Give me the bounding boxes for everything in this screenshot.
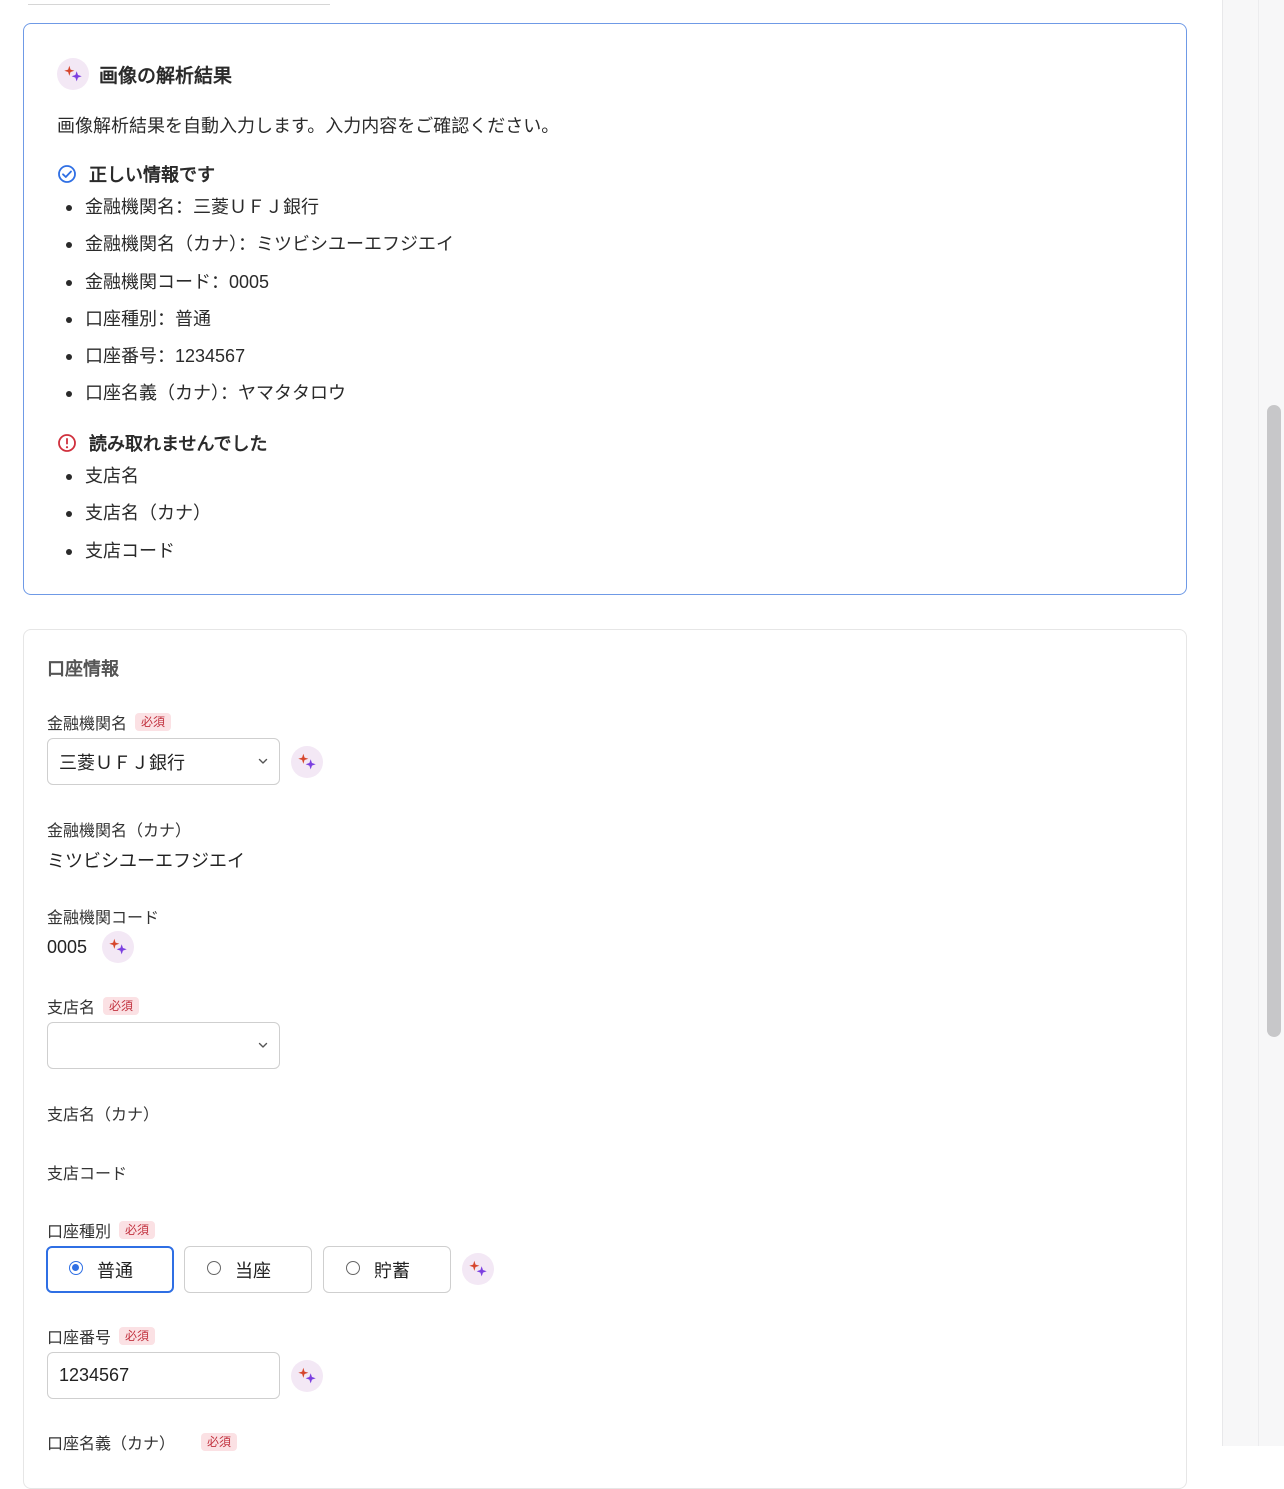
account-type-radio-current[interactable]: 当座: [184, 1246, 312, 1293]
ai-analysis-description: 画像解析結果を自動入力します。入力内容をご確認ください。: [57, 116, 560, 136]
field-label-text: 金融機関名（カナ）: [47, 823, 192, 840]
divider: [28, 0, 330, 5]
select-value: 三菱ＵＦＪ銀行: [59, 752, 185, 773]
list-item: 口座名義（カナ）：ヤマタタロウ: [57, 382, 454, 419]
scrollbar-thumb[interactable]: [1267, 405, 1281, 1037]
required-badge: 必須: [119, 1221, 156, 1239]
branch-code-label: 支店コード: [47, 1160, 127, 1184]
chevron-down-icon: [258, 1042, 268, 1048]
list-item: 支店コード: [57, 540, 211, 577]
branch-name-label: 支店名 必須: [47, 994, 140, 1018]
account-number-input[interactable]: 1234567: [47, 1352, 280, 1399]
bank-code-label: 金融機関コード: [47, 904, 159, 928]
list-item: 口座番号：1234567: [57, 345, 454, 382]
list-item: 口座種別：普通: [57, 308, 454, 345]
sparkle-icon: [291, 746, 323, 778]
field-label-text: 金融機関名: [47, 716, 128, 733]
field-label-text: 支店コード: [47, 1166, 128, 1183]
branch-name-select[interactable]: [47, 1022, 280, 1069]
radio-label: 当座: [235, 1260, 271, 1281]
bank-code-value: 0005: [47, 937, 88, 957]
account-number-label: 口座番号 必須: [47, 1324, 156, 1348]
unread-section-heading: 読み取れませんでした: [57, 430, 268, 456]
unread-items-list: 支店名 支店名（カナ） 支店コード: [57, 465, 211, 577]
list-item: 金融機関名：三菱ＵＦＪ銀行: [57, 196, 454, 233]
list-item: 金融機関コード：0005: [57, 271, 454, 308]
section-title: 口座情報: [47, 659, 119, 679]
main-content: 画像の解析結果 画像解析結果を自動入力します。入力内容をご確認ください。 正しい…: [0, 0, 1222, 1489]
field-label-text: 金融機関コード: [47, 910, 160, 927]
sparkle-icon: [291, 1360, 323, 1392]
required-badge: 必須: [103, 997, 140, 1015]
account-info-card: 口座情報 金融機関名 必須 三菱ＵＦＪ銀行 金融機関名（カナ） ミツビシユーエフ…: [23, 629, 1187, 1489]
account-type-label: 口座種別 必須: [47, 1218, 156, 1242]
radio-indicator: [69, 1260, 83, 1275]
divider: [1258, 0, 1259, 1446]
sparkle-icon: [462, 1253, 494, 1285]
ai-analysis-header: 画像の解析結果: [57, 58, 232, 90]
correct-heading-text: 正しい情報です: [89, 165, 215, 185]
field-label-text: 支店名: [47, 1000, 96, 1017]
sparkle-icon: [57, 58, 89, 90]
account-type-radio-ordinary[interactable]: 普通: [46, 1246, 174, 1293]
field-label-text: 口座種別: [47, 1224, 112, 1241]
field-label-text: 口座名義（カナ）: [47, 1436, 176, 1453]
radio-indicator: [346, 1260, 360, 1275]
bank-kana-value: ミツビシユーエフジエイ: [47, 851, 245, 871]
unread-heading-text: 読み取れませんでした: [89, 434, 268, 454]
account-holder-label: 口座名義（カナ） 必須: [47, 1430, 238, 1454]
field-label-text: 口座番号: [47, 1330, 112, 1347]
correct-items-list: 金融機関名：三菱ＵＦＪ銀行 金融機関名（カナ）：ミツビシユーエフジエイ 金融機関…: [57, 196, 454, 420]
field-label-text: 支店名（カナ）: [47, 1107, 160, 1124]
account-type-radio-savings[interactable]: 貯蓄: [323, 1246, 451, 1293]
ai-analysis-title: 画像の解析結果: [99, 65, 233, 87]
radio-label: 貯蓄: [374, 1260, 410, 1281]
sparkle-icon: [102, 931, 134, 963]
input-value: 1234567: [59, 1365, 130, 1385]
radio-label: 普通: [97, 1260, 133, 1281]
required-badge: 必須: [201, 1433, 238, 1451]
correct-section-heading: 正しい情報です: [57, 161, 215, 187]
bank-kana-label: 金融機関名（カナ）: [47, 817, 191, 841]
exclamation-circle-icon: [58, 434, 76, 452]
bank-name-select[interactable]: 三菱ＵＦＪ銀行: [47, 738, 280, 785]
list-item: 支店名: [57, 465, 211, 502]
list-item: 支店名（カナ）: [57, 502, 211, 539]
bank-name-label: 金融機関名 必須: [47, 710, 172, 734]
chevron-down-icon: [258, 758, 268, 764]
list-item: 金融機関名（カナ）：ミツビシユーエフジエイ: [57, 233, 454, 270]
radio-indicator: [207, 1260, 221, 1275]
branch-kana-label: 支店名（カナ）: [47, 1101, 159, 1125]
ai-analysis-card: 画像の解析結果 画像解析結果を自動入力します。入力内容をご確認ください。 正しい…: [23, 23, 1187, 595]
check-circle-icon: [58, 165, 76, 183]
required-badge: 必須: [135, 713, 172, 731]
required-badge: 必須: [119, 1327, 156, 1345]
